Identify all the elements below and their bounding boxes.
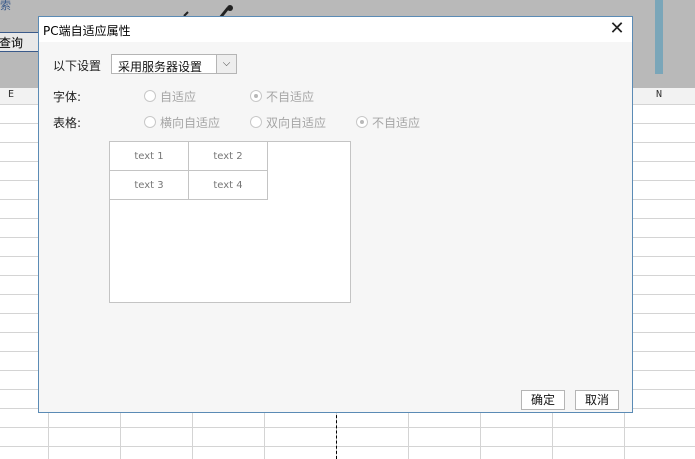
font-radio-adaptive[interactable]: 自适应	[144, 88, 224, 104]
background-scroll-strip	[655, 0, 663, 74]
table-preview: text 1 text 2 text 3 text 4	[109, 141, 351, 303]
table-radio-horizontal[interactable]: 横向自适应	[144, 114, 234, 130]
table-radio-non-adaptive[interactable]: 不自适应	[356, 114, 436, 130]
radio-circle-icon	[144, 90, 156, 102]
table-label: 表格:	[53, 116, 82, 130]
pc-adaptive-properties-dialog: PC端自适应属性 ✕ 以下设置 采用服务器设置 ⌵ 字体: 自适应 不自适应 表…	[38, 16, 633, 413]
radio-checked-icon	[356, 116, 368, 128]
setting-select-value: 采用服务器设置	[118, 60, 203, 74]
chevron-down-icon[interactable]: ⌵	[216, 55, 236, 73]
preview-cell: text 1	[110, 142, 189, 171]
column-label-n: N	[656, 89, 663, 100]
font-radio-non-adaptive-label: 不自适应	[266, 90, 315, 104]
dialog-titlebar: PC端自适应属性 ✕	[39, 17, 632, 42]
background-search-label: 索	[0, 0, 11, 12]
ok-button[interactable]: 确定	[521, 390, 565, 410]
font-radio-non-adaptive[interactable]: 不自适应	[250, 88, 330, 104]
cancel-button[interactable]: 取消	[575, 390, 619, 410]
setting-label: 以下设置	[53, 59, 102, 73]
radio-circle-icon	[144, 116, 156, 128]
table-radio-bidirectional[interactable]: 双向自适应	[250, 114, 340, 130]
preview-cell: text 2	[189, 142, 268, 171]
font-label: 字体:	[53, 90, 82, 104]
setting-select[interactable]: 采用服务器设置 ⌵	[111, 54, 237, 74]
grid-row-line	[0, 427, 695, 428]
preview-cell: text 4	[189, 171, 268, 200]
table-radio-non-adaptive-label: 不自适应	[372, 116, 421, 130]
column-label-e: E	[8, 89, 15, 100]
preview-cell: text 3	[110, 171, 189, 200]
page-break-line	[336, 410, 337, 459]
close-icon[interactable]: ✕	[608, 19, 626, 39]
radio-circle-icon	[250, 116, 262, 128]
font-radio-adaptive-label: 自适应	[160, 90, 197, 104]
grid-row-line	[0, 446, 695, 447]
table-radio-bidirectional-label: 双向自适应	[266, 116, 327, 130]
table-radio-horizontal-label: 横向自适应	[160, 116, 221, 130]
dialog-title: PC端自适应属性	[43, 24, 131, 38]
radio-checked-icon	[250, 90, 262, 102]
